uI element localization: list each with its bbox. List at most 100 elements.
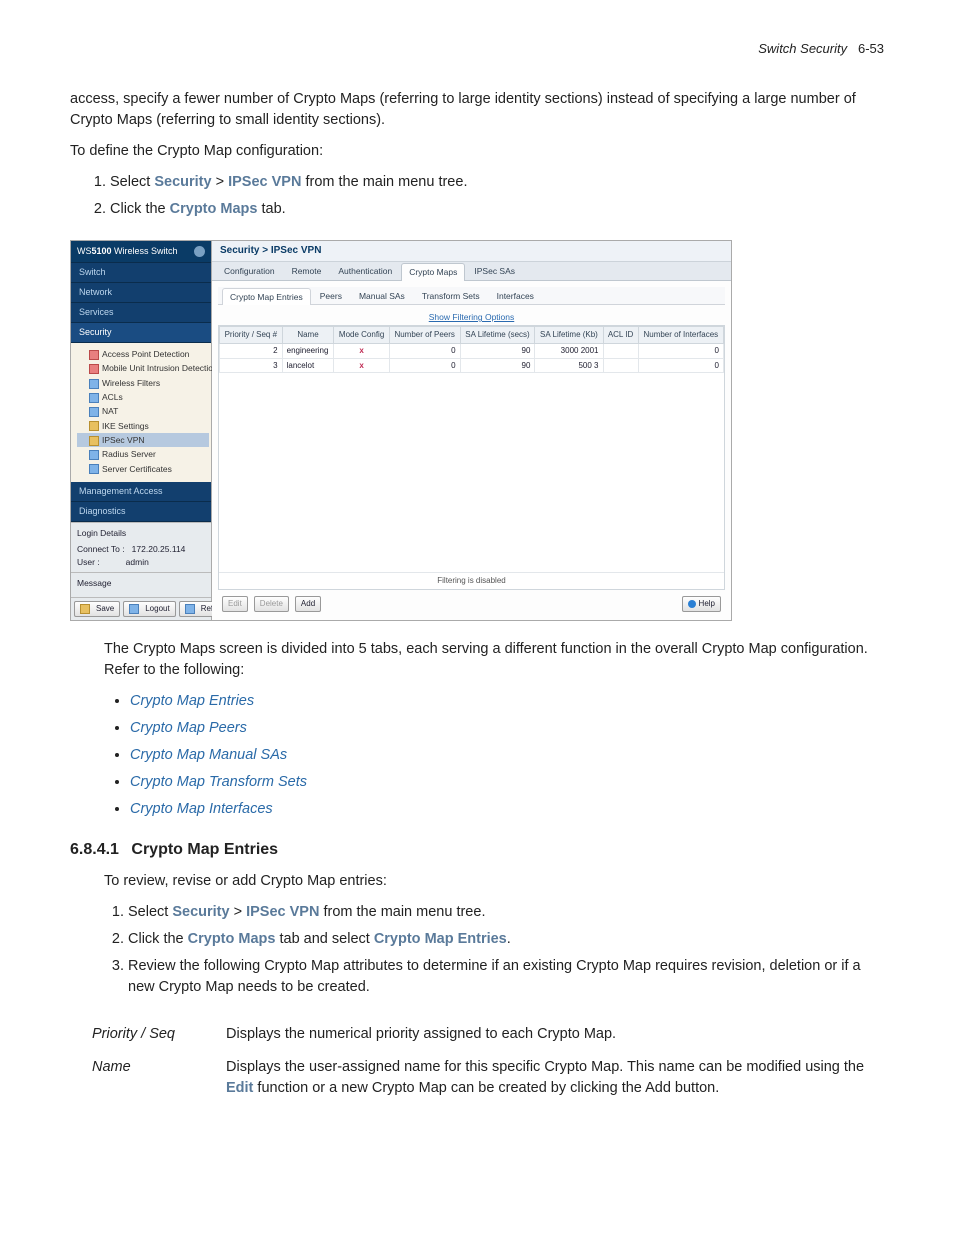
- sidebar-item-switch[interactable]: Switch: [71, 263, 211, 283]
- cell-priority: 3: [220, 358, 283, 373]
- cell-sa-secs: 90: [460, 358, 535, 373]
- review-step-1: Select Security > IPSec VPN from the mai…: [128, 902, 884, 923]
- link-crypto-map-transform-sets[interactable]: Crypto Map Transform Sets: [130, 774, 307, 790]
- sidebar-item-security[interactable]: Security: [71, 323, 211, 343]
- message-panel: Message: [71, 572, 211, 597]
- login-details-title: Login Details: [77, 527, 205, 539]
- delete-button[interactable]: Delete: [254, 596, 289, 612]
- cell-name: engineering: [282, 343, 334, 358]
- main-panel: Security > IPSec VPN Configuration Remot…: [212, 241, 731, 620]
- x-icon: x: [359, 361, 363, 370]
- logout-button[interactable]: Logout: [123, 601, 175, 617]
- security-keyword: Security: [154, 174, 211, 190]
- sidebar-item-management[interactable]: Management Access: [71, 482, 211, 502]
- link-crypto-map-peers[interactable]: Crypto Map Peers: [130, 720, 247, 736]
- main-tabs: Configuration Remote Authentication Cryp…: [212, 262, 731, 280]
- nat-icon: [89, 407, 99, 417]
- edit-button[interactable]: Edit: [222, 596, 248, 612]
- tab-ipsec-sas[interactable]: IPSec SAs: [466, 262, 523, 279]
- wireless-filters-icon: [89, 379, 99, 389]
- sidebar-item-diagnostics[interactable]: Diagnostics: [71, 502, 211, 522]
- save-button[interactable]: Save: [74, 601, 120, 617]
- subtab-interfaces[interactable]: Interfaces: [489, 287, 542, 304]
- login-details-panel: Login Details Connect To : 172.20.25.114…: [71, 522, 211, 572]
- desc-name: Displays the user-assigned name for this…: [226, 1051, 884, 1105]
- user-value: admin: [126, 557, 149, 567]
- subtab-crypto-map-entries[interactable]: Crypto Map Entries: [222, 288, 311, 305]
- crypto-map-entries-keyword: Crypto Map Entries: [374, 931, 507, 947]
- col-interfaces[interactable]: Number of Interfaces: [638, 327, 723, 344]
- review-steps-list: Select Security > IPSec VPN from the mai…: [70, 902, 884, 998]
- sidebar-item-network[interactable]: Network: [71, 283, 211, 303]
- tree-access-point-detection[interactable]: Access Point Detection: [77, 347, 209, 361]
- term-name: Name: [92, 1051, 226, 1105]
- brand-logo-icon: [194, 246, 205, 257]
- subtab-transform-sets[interactable]: Transform Sets: [414, 287, 488, 304]
- refresh-icon: [185, 604, 195, 614]
- muid-icon: [89, 364, 99, 374]
- subtab-peers[interactable]: Peers: [312, 287, 350, 304]
- action-bar: Edit Delete Add Help: [218, 590, 725, 614]
- intro-paragraph: access, specify a fewer number of Crypto…: [70, 89, 884, 131]
- col-peers[interactable]: Number of Peers: [389, 327, 460, 344]
- ipsec-vpn-keyword: IPSec VPN: [228, 174, 301, 190]
- cell-sa-kb: 3000 2001: [535, 343, 603, 358]
- section-title: Crypto Map Entries: [131, 841, 278, 858]
- list-item: Crypto Map Transform Sets: [130, 772, 884, 793]
- tree-nat[interactable]: NAT: [77, 404, 209, 418]
- col-sa-kb[interactable]: SA Lifetime (Kb): [535, 327, 603, 344]
- ipsec-icon: [89, 436, 99, 446]
- col-acl-id[interactable]: ACL ID: [603, 327, 638, 344]
- link-crypto-map-interfaces[interactable]: Crypto Map Interfaces: [130, 801, 273, 817]
- col-name[interactable]: Name: [282, 327, 334, 344]
- sub-tabs: Crypto Map Entries Peers Manual SAs Tran…: [218, 287, 725, 305]
- col-mode[interactable]: Mode Config: [334, 327, 389, 344]
- ike-icon: [89, 421, 99, 431]
- review-paragraph: To review, revise or add Crypto Map entr…: [104, 871, 884, 892]
- link-crypto-map-manual-sas[interactable]: Crypto Map Manual SAs: [130, 747, 287, 763]
- show-filtering-options-link[interactable]: Show Filtering Options: [218, 311, 725, 323]
- desc-priority-seq: Displays the numerical priority assigned…: [226, 1018, 884, 1051]
- cell-mode: x: [334, 358, 389, 373]
- logout-icon: [129, 604, 139, 614]
- header-pagenum: 6-53: [858, 41, 884, 56]
- col-priority[interactable]: Priority / Seq #: [220, 327, 283, 344]
- term-priority-seq: Priority / Seq: [92, 1018, 226, 1051]
- help-button[interactable]: Help: [682, 596, 721, 612]
- add-button[interactable]: Add: [295, 596, 321, 612]
- define-steps-list: Select Security > IPSec VPN from the mai…: [70, 172, 884, 220]
- tree-radius-server[interactable]: Radius Server: [77, 447, 209, 461]
- crypto-maps-keyword: Crypto Maps: [188, 931, 276, 947]
- list-item: Crypto Map Interfaces: [130, 799, 884, 820]
- tab-configuration[interactable]: Configuration: [216, 262, 283, 279]
- tab-remote[interactable]: Remote: [284, 262, 330, 279]
- tree-mobile-unit-intrusion[interactable]: Mobile Unit Intrusion Detection: [77, 361, 209, 375]
- tab-content: Crypto Map Entries Peers Manual SAs Tran…: [212, 281, 731, 620]
- subtab-manual-sas[interactable]: Manual SAs: [351, 287, 413, 304]
- cell-ifcount: 0: [638, 343, 723, 358]
- tree-ipsec-vpn[interactable]: IPSec VPN: [77, 433, 209, 447]
- tree-server-certificates[interactable]: Server Certificates: [77, 462, 209, 476]
- cell-acl: [603, 343, 638, 358]
- list-item: Crypto Map Entries: [130, 691, 884, 712]
- table-row[interactable]: 3 lancelot x 0 90 500 3 0: [220, 358, 724, 373]
- crypto-maps-table: Priority / Seq # Name Mode Config Number…: [219, 326, 724, 373]
- link-crypto-map-entries[interactable]: Crypto Map Entries: [130, 693, 254, 709]
- tab-authentication[interactable]: Authentication: [330, 262, 400, 279]
- brand-bar: WS5100 Wireless Switch: [71, 241, 211, 263]
- step-1: Select Security > IPSec VPN from the mai…: [110, 172, 884, 193]
- sidebar-item-services[interactable]: Services: [71, 303, 211, 323]
- save-icon: [80, 604, 90, 614]
- col-sa-secs[interactable]: SA Lifetime (secs): [460, 327, 535, 344]
- tree-acls[interactable]: ACLs: [77, 390, 209, 404]
- tree-ike-settings[interactable]: IKE Settings: [77, 419, 209, 433]
- crypto-maps-table-wrap: Priority / Seq # Name Mode Config Number…: [218, 325, 725, 590]
- tab-crypto-maps[interactable]: Crypto Maps: [401, 263, 465, 280]
- tree-wireless-filters[interactable]: Wireless Filters: [77, 376, 209, 390]
- table-row[interactable]: 2 engineering x 0 90 3000 2001 0: [220, 343, 724, 358]
- section-number: 6.8.4.1: [70, 841, 119, 858]
- table-empty-space: [219, 373, 724, 572]
- cell-priority: 2: [220, 343, 283, 358]
- cell-acl: [603, 358, 638, 373]
- cell-name: lancelot: [282, 358, 334, 373]
